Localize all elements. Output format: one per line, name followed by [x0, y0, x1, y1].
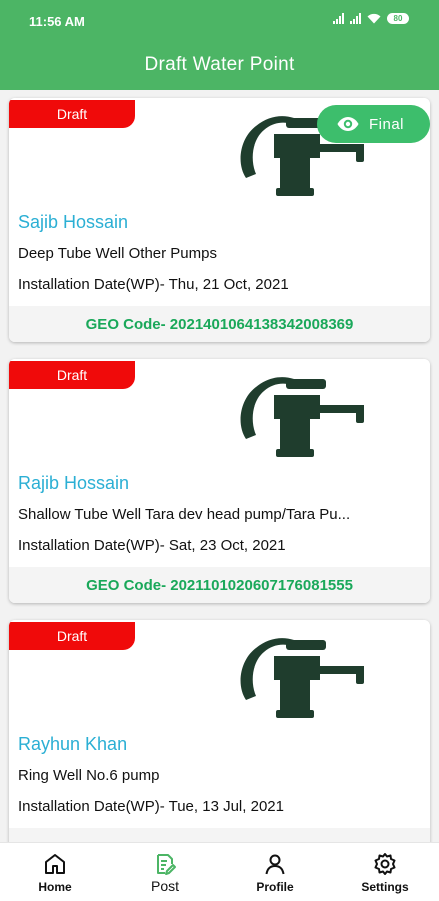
nav-settings-label: Settings — [361, 880, 409, 894]
owner-name: Rayhun Khan — [18, 734, 128, 754]
battery-icon: 80 — [387, 13, 409, 24]
draft-badge: Draft — [9, 361, 135, 389]
home-icon — [45, 854, 65, 874]
installation-date: Installation Date(WP)- Sat, 23 Oct, 2021 — [18, 537, 286, 554]
page-title: Draft Water Point — [144, 54, 295, 75]
installation-date: Installation Date(WP)- Tue, 13 Jul, 2021 — [18, 798, 284, 815]
app-bar: Draft Water Point — [0, 42, 439, 90]
water-point-type: Deep Tube Well Other Pumps — [18, 245, 217, 262]
draft-badge: Draft — [9, 622, 135, 650]
hand-pump-image — [240, 377, 364, 457]
nav-post-label: Post — [150, 878, 179, 894]
water-point-card[interactable]: Draft Final Sajib Hossain Deep Tube Well… — [9, 98, 430, 342]
hand-pump-image — [240, 638, 364, 718]
nav-post[interactable]: Post — [125, 843, 205, 901]
settings-icon — [374, 853, 396, 875]
geo-code: GEO Code- 20214010641383420083​69 — [9, 306, 430, 342]
geo-code — [9, 828, 430, 842]
wifi-icon — [367, 13, 381, 24]
profile-icon — [265, 854, 285, 875]
battery-level: 80 — [393, 14, 403, 23]
nav-home[interactable]: Home — [15, 843, 95, 901]
status-time: 11:56 AM — [29, 14, 85, 29]
installation-date: Installation Date(WP)- Thu, 21 Oct, 2021 — [18, 276, 289, 293]
eye-icon — [337, 117, 359, 131]
nav-home-label: Home — [38, 880, 72, 894]
owner-name: Rajib Hossain — [18, 473, 130, 493]
owner-name: Sajib Hossain — [18, 212, 129, 232]
post-icon — [157, 854, 176, 875]
water-point-card[interactable]: Draft Rajib Hossain Shallow Tube Well Ta… — [9, 359, 430, 603]
draft-badge: Draft — [9, 100, 135, 128]
nav-profile[interactable]: Profile — [235, 843, 315, 901]
status-bar: 11:56 AM 80 — [0, 0, 439, 42]
geo-code: GEO Code- 20211010206071760815​55 — [9, 567, 430, 603]
nav-settings[interactable]: Settings — [345, 843, 425, 901]
final-button-label: Final — [369, 115, 405, 133]
nav-profile-label: Profile — [256, 880, 294, 894]
bottom-navigation: Home Post Profile Settings — [0, 842, 439, 901]
signal-icon-2 — [350, 13, 361, 24]
status-icons: 80 — [333, 13, 409, 24]
signal-icon — [333, 13, 344, 24]
water-point-type: Shallow Tube Well Tara dev head pump/Tar… — [18, 506, 351, 523]
water-point-list[interactable]: Draft Final Sajib Hossain Deep Tube Well… — [0, 90, 439, 842]
final-button[interactable]: Final — [317, 105, 430, 143]
water-point-card[interactable]: Draft Rayhun Khan Ring Well No.6 pump In… — [9, 620, 430, 842]
water-point-type: Ring Well No.6 pump — [18, 767, 160, 784]
